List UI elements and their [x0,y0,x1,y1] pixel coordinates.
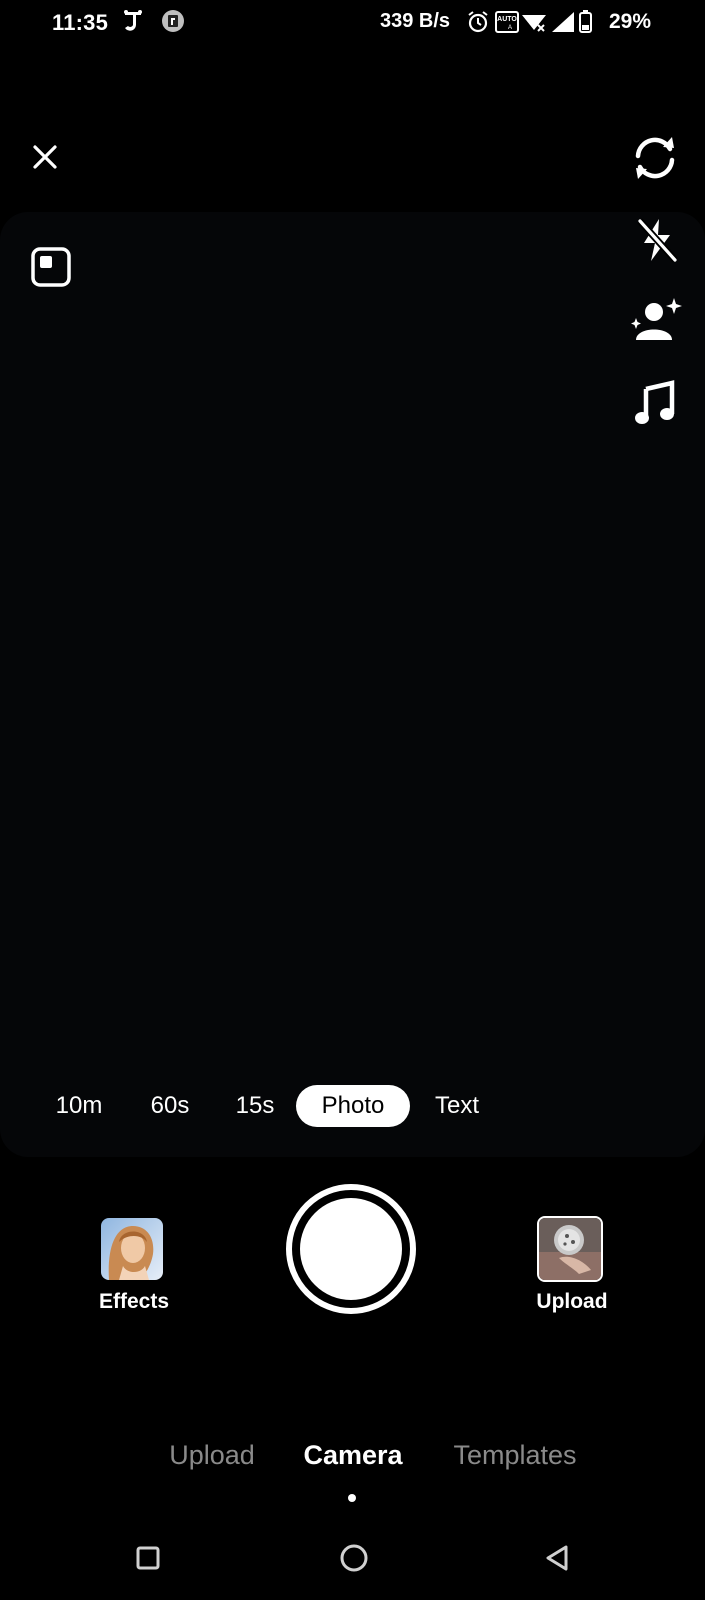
recents-icon[interactable] [134,1544,162,1572]
tab-templates[interactable]: Templates [440,1440,590,1471]
app-notification-icon-2 [162,10,184,32]
mode-text[interactable]: Text [426,1085,488,1127]
home-icon[interactable] [338,1542,370,1574]
shutter-button[interactable] [286,1184,416,1314]
wifi-icon [522,15,546,32]
status-bar: 11:35 339 B/s AUTO A 29% [0,0,705,44]
camera-viewfinder[interactable] [0,212,705,1157]
svg-text:A: A [508,25,512,31]
system-nav-bar [0,1530,705,1590]
beauty-icon[interactable] [630,296,682,344]
effects-thumbnail-image [101,1218,163,1280]
battery-icon [579,10,592,33]
aspect-ratio-icon[interactable] [30,246,74,290]
effects-label[interactable]: Effects [70,1290,198,1314]
music-icon[interactable] [634,380,676,426]
mode-photo[interactable]: Photo [296,1085,410,1127]
bottom-mode-tabs: Upload Camera Templates [0,1440,705,1480]
app-notification-icon [124,10,142,31]
svg-text:AUTO: AUTO [497,16,517,23]
upload-thumbnail[interactable] [537,1216,603,1282]
flip-camera-icon[interactable] [630,134,680,182]
tab-upload[interactable]: Upload [152,1440,272,1471]
network-speed: 339 B/s [380,10,451,32]
signal-icon [552,12,574,32]
tab-camera[interactable]: Camera [290,1440,416,1471]
mode-10m[interactable]: 10m [50,1085,108,1127]
close-icon[interactable] [28,140,62,174]
mode-60s[interactable]: 60s [142,1085,198,1127]
selected-tab-indicator [348,1494,356,1502]
status-time: 11:35 [52,10,109,35]
upload-thumbnail-image [539,1218,601,1280]
upload-label[interactable]: Upload [508,1290,636,1314]
status-icons: AUTO A [468,10,592,33]
flash-off-icon[interactable] [635,216,679,264]
effects-thumbnail[interactable] [101,1218,163,1280]
shutter-inner [300,1198,402,1300]
alarm-icon [468,11,488,33]
back-icon[interactable] [542,1542,572,1574]
capture-mode-selector: 10m 60s 15s Photo Text [0,1085,705,1129]
battery-percent: 29% [609,10,652,33]
auto-brightness-icon: AUTO A [495,11,519,33]
mode-15s[interactable]: 15s [228,1085,282,1127]
